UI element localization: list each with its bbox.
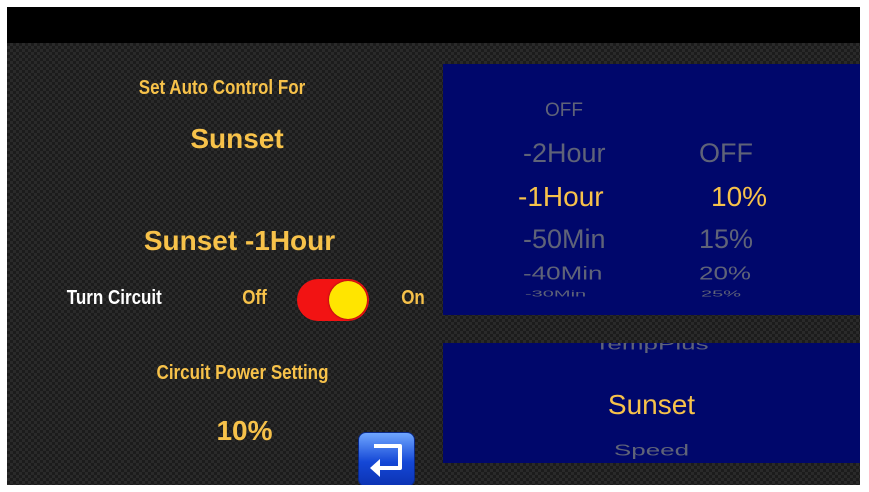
mode-option[interactable]: Speed <box>443 441 860 460</box>
selected-event-label: Sunset <box>190 123 284 154</box>
offset-option[interactable]: -50Min <box>523 224 606 255</box>
circuit-toggle-switch[interactable] <box>297 279 369 321</box>
power-option[interactable]: 20% <box>699 263 751 285</box>
power-option-selected[interactable]: 10% <box>711 181 767 213</box>
back-button[interactable] <box>358 432 415 485</box>
return-arrow-icon <box>370 444 402 477</box>
power-option[interactable]: 25% <box>701 290 741 299</box>
time-power-picker[interactable]: OFF -2Hour -1Hour -50Min -40Min -30Min O… <box>443 64 860 315</box>
screen: Set Auto Control For Sunset Sunset -1Hou… <box>7 7 860 485</box>
power-setting-title: Circuit Power Setting <box>156 362 329 384</box>
toggle-knob <box>329 281 367 319</box>
time-summary-label: Sunset -1Hour <box>143 225 336 256</box>
top-bar <box>7 7 860 43</box>
mode-option[interactable]: TempPlus <box>443 343 860 354</box>
mode-picker[interactable]: TempPlus Sunset Speed <box>443 343 860 463</box>
auto-control-title: Set Auto Control For <box>138 77 306 99</box>
offset-option[interactable]: -30Min <box>525 290 586 299</box>
power-option[interactable]: OFF <box>699 138 753 169</box>
offset-option[interactable]: OFF <box>545 100 583 122</box>
off-label: Off <box>242 287 267 309</box>
offset-option-selected[interactable]: -1Hour <box>518 181 604 213</box>
offset-option[interactable]: -40Min <box>523 263 602 285</box>
power-setting-value: 10% <box>216 415 273 446</box>
on-label: On <box>401 287 425 309</box>
offset-option[interactable]: -2Hour <box>523 138 606 169</box>
mode-option-selected[interactable]: Sunset <box>443 389 860 421</box>
power-option[interactable]: 15% <box>699 224 753 255</box>
turn-circuit-label: Turn Circuit <box>66 287 162 309</box>
